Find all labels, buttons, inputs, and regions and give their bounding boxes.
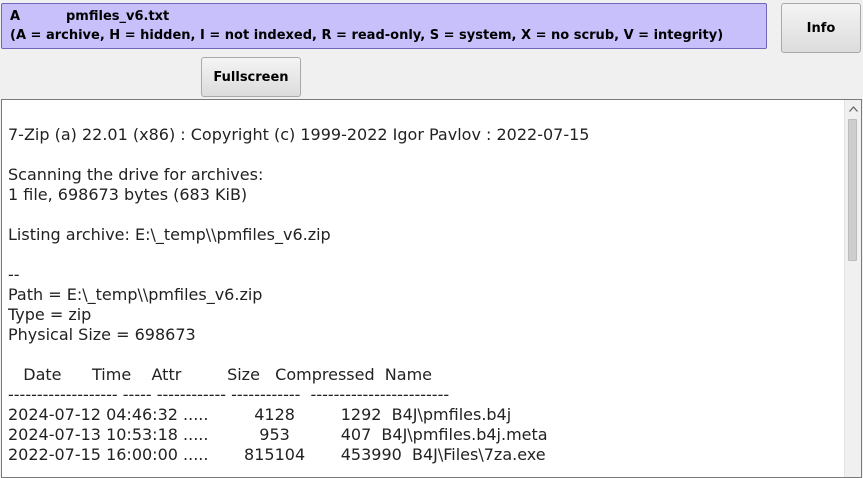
vertical-scrollbar[interactable] bbox=[844, 100, 861, 477]
file-name: pmfiles_v6.txt bbox=[66, 9, 170, 24]
scroll-up-arrow-icon[interactable] bbox=[845, 100, 861, 117]
attribute-code: A bbox=[10, 9, 21, 24]
attributes-header: A pmfiles_v6.txt bbox=[10, 7, 758, 26]
fullscreen-button[interactable]: Fullscreen bbox=[201, 57, 301, 97]
file-attributes-panel: A pmfiles_v6.txt (A = archive, H = hidde… bbox=[1, 3, 767, 49]
archive-listing-textarea[interactable]: 7-Zip (a) 22.01 (x86) : Copyright (c) 19… bbox=[1, 99, 862, 478]
app-window: A pmfiles_v6.txt (A = archive, H = hidde… bbox=[0, 0, 863, 478]
attributes-legend: (A = archive, H = hidden, I = not indexe… bbox=[10, 28, 724, 43]
archive-listing-text: 7-Zip (a) 22.01 (x86) : Copyright (c) 19… bbox=[8, 125, 590, 464]
scroll-thumb[interactable] bbox=[848, 119, 857, 261]
info-button[interactable]: Info bbox=[781, 3, 861, 53]
